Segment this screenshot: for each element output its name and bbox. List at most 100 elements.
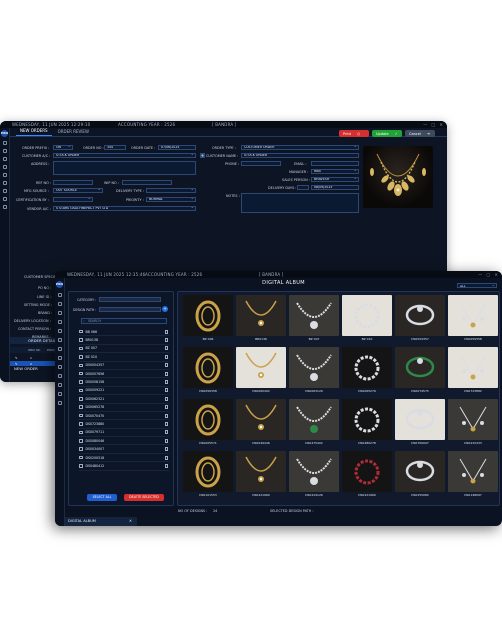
close-icon[interactable]: ✕ bbox=[494, 272, 498, 277]
maximize-icon[interactable]: □ bbox=[431, 122, 435, 127]
order-prefix-field[interactable]: ON bbox=[53, 145, 73, 150]
list-item[interactable]: BZ 010 bbox=[79, 353, 169, 362]
list-item[interactable]: DS0058158 bbox=[79, 378, 169, 387]
mail-icon[interactable] bbox=[57, 383, 62, 387]
design-thumbnail[interactable] bbox=[183, 399, 233, 440]
design-thumbnail[interactable] bbox=[183, 451, 233, 492]
design-card[interactable]: DS0101553 bbox=[183, 451, 233, 500]
email-field[interactable] bbox=[311, 161, 359, 166]
list-item[interactable]: BZ 007 bbox=[79, 345, 169, 354]
design-card[interactable]: DS0255082 bbox=[395, 451, 445, 500]
order-type-field[interactable]: CUSTOMER ORDER bbox=[241, 145, 359, 150]
design-card[interactable]: DS0060402 bbox=[236, 347, 286, 396]
album-icon[interactable] bbox=[57, 392, 62, 396]
checkbox[interactable] bbox=[79, 363, 83, 367]
category-select[interactable] bbox=[99, 297, 161, 302]
phone-field[interactable] bbox=[241, 161, 281, 166]
orders-icon[interactable] bbox=[2, 149, 7, 153]
calendar-icon[interactable] bbox=[57, 356, 62, 360]
inventory-icon[interactable] bbox=[2, 157, 7, 161]
home-icon[interactable] bbox=[2, 141, 7, 145]
maximize-icon[interactable]: □ bbox=[486, 272, 490, 277]
design-thumbnail[interactable] bbox=[342, 347, 392, 388]
settings-icon[interactable] bbox=[57, 329, 62, 333]
design-card[interactable]: DS0700007 bbox=[395, 399, 445, 448]
list-item[interactable]: DS0054357 bbox=[79, 362, 169, 370]
users-icon[interactable] bbox=[57, 347, 62, 351]
checkbox[interactable] bbox=[79, 380, 83, 384]
list-item[interactable]: DS0070470 bbox=[79, 412, 169, 421]
design-card[interactable]: DS0074575 bbox=[395, 347, 445, 396]
priority-field[interactable]: NORMAL bbox=[146, 197, 196, 202]
add-path-icon[interactable]: + bbox=[162, 306, 168, 312]
checkbox[interactable] bbox=[79, 371, 83, 376]
checkbox[interactable] bbox=[79, 338, 83, 342]
update-button[interactable]: Update ✓ bbox=[372, 130, 402, 137]
ref-no-field[interactable] bbox=[53, 180, 93, 185]
reports-icon[interactable] bbox=[57, 338, 62, 342]
list-item[interactable]: BB 066 bbox=[79, 328, 169, 337]
design-card[interactable]: DS0723882 bbox=[448, 347, 498, 396]
orders-icon[interactable] bbox=[57, 302, 62, 306]
design-card[interactable]: DS0221960 bbox=[236, 451, 286, 500]
tools-icon[interactable] bbox=[57, 365, 62, 369]
design-card[interactable]: DS0232433 bbox=[448, 399, 498, 448]
lock-icon[interactable] bbox=[57, 311, 62, 315]
tools-icon[interactable] bbox=[2, 197, 7, 201]
design-thumbnail[interactable] bbox=[183, 295, 233, 336]
close-icon[interactable]: ✕ bbox=[439, 122, 443, 127]
design-card[interactable]: DS0049446 bbox=[236, 399, 286, 448]
design-card[interactable]: DS0148097 bbox=[448, 451, 498, 500]
design-card[interactable]: DS0054357 bbox=[395, 295, 445, 344]
customer-name-field[interactable]: STOCK ORDER bbox=[241, 153, 359, 158]
design-card[interactable]: DS0475402 bbox=[289, 399, 339, 448]
sales-person-field[interactable]: BHAVESH bbox=[311, 177, 359, 182]
delete-selected-button[interactable]: DELETE SELECTED bbox=[124, 494, 164, 501]
checkbox[interactable] bbox=[79, 413, 83, 418]
album-icon[interactable] bbox=[2, 205, 7, 209]
design-thumbnail[interactable] bbox=[289, 295, 339, 336]
list-item[interactable]: BR0138 bbox=[79, 336, 169, 345]
list-item[interactable]: DS0200518 bbox=[79, 454, 169, 463]
list-item[interactable]: DS0062321 bbox=[79, 395, 169, 404]
checkbox[interactable] bbox=[79, 329, 83, 334]
design-thumbnail[interactable] bbox=[395, 347, 445, 388]
tab-order-review[interactable]: ORDER REVIEW bbox=[54, 128, 93, 136]
design-card[interactable]: DS0005571 bbox=[183, 399, 233, 448]
design-card[interactable]: BR0136 bbox=[236, 295, 286, 344]
reports-icon[interactable] bbox=[2, 173, 7, 177]
checkbox[interactable] bbox=[79, 397, 83, 401]
design-thumbnail[interactable] bbox=[448, 399, 498, 440]
calendar-icon[interactable] bbox=[2, 189, 7, 193]
chart-icon[interactable] bbox=[57, 374, 62, 378]
vendor-ac-field[interactable]: S STARS GIGA FINEPACT PVT LTD bbox=[53, 206, 196, 211]
inventory-icon[interactable] bbox=[57, 320, 62, 324]
tab-digital-album[interactable]: DIGITAL ALBUM ✕ bbox=[65, 517, 137, 526]
notes-field[interactable] bbox=[241, 193, 359, 213]
checkbox[interactable] bbox=[79, 388, 83, 393]
certification-field[interactable] bbox=[53, 197, 93, 202]
design-card[interactable]: BZ 010 bbox=[342, 295, 392, 344]
list-item[interactable]: DS0080046 bbox=[79, 437, 169, 446]
design-thumbnail[interactable] bbox=[342, 295, 392, 336]
edit-icon[interactable]: ✎ bbox=[15, 356, 18, 360]
design-card[interactable]: DS0224126 bbox=[289, 451, 339, 500]
delivery-days-field[interactable] bbox=[297, 185, 309, 190]
manager-field[interactable]: RAVI bbox=[311, 169, 359, 174]
design-card[interactable]: DS0065279 bbox=[342, 347, 392, 396]
list-item[interactable]: DS0034007 bbox=[79, 445, 169, 454]
network-icon[interactable] bbox=[57, 401, 62, 405]
home-icon[interactable] bbox=[57, 293, 62, 297]
add-customer-icon[interactable]: + bbox=[200, 153, 205, 158]
new-order-tab[interactable]: NEW ORDER bbox=[14, 366, 38, 371]
users-icon[interactable] bbox=[2, 181, 7, 185]
design-thumbnail[interactable] bbox=[183, 347, 233, 388]
checkbox[interactable] bbox=[79, 346, 83, 351]
list-item[interactable]: DS0480412 bbox=[79, 462, 169, 471]
order-date-field[interactable]: 07/06/2025 bbox=[158, 145, 196, 150]
design-thumbnail[interactable] bbox=[236, 451, 286, 492]
list-item[interactable]: DS0059221 bbox=[79, 387, 169, 396]
checkbox[interactable] bbox=[79, 422, 83, 426]
mfg-source-field[interactable]: OUT SOURCE bbox=[53, 188, 103, 193]
design-card[interactable]: DS0063120 bbox=[289, 347, 339, 396]
